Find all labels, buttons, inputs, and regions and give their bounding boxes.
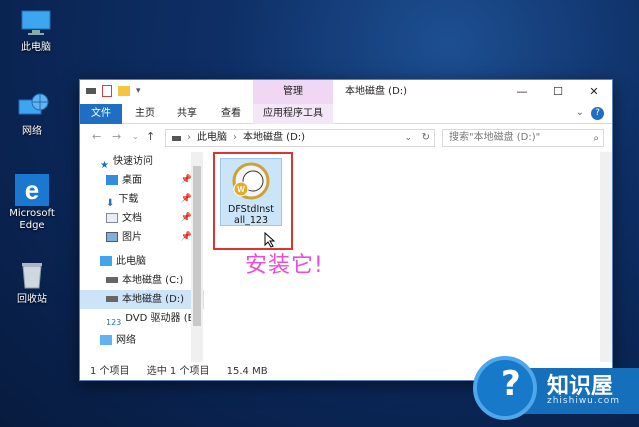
desktop-icon-label: 回收站 bbox=[17, 294, 47, 305]
sidebar-item-drive-c[interactable]: 本地磁盘 (C:) bbox=[80, 271, 204, 290]
refresh-icon[interactable]: ↻ bbox=[422, 130, 430, 146]
breadcrumb-separator-icon: › bbox=[233, 132, 237, 143]
this-pc-icon bbox=[19, 8, 53, 38]
sidebar-item-desktop[interactable]: 桌面 📌 bbox=[80, 171, 204, 190]
drive-icon bbox=[106, 277, 118, 283]
desktop-icon-edge[interactable]: e Microsoft Edge bbox=[0, 174, 64, 232]
sidebar-item-label: 本地磁盘 (C:) bbox=[122, 275, 184, 286]
breadcrumb-root[interactable]: 此电脑 bbox=[197, 130, 227, 146]
watermark-url: zhishiwu.com bbox=[547, 396, 620, 406]
dvd-drive-icon: 123 bbox=[106, 318, 122, 327]
network-icon bbox=[15, 92, 49, 122]
minimize-button[interactable]: — bbox=[504, 80, 540, 104]
sidebar-item-dvd-e[interactable]: 123 DVD 驱动器 (E:) bbox=[80, 309, 204, 328]
new-folder-icon[interactable] bbox=[118, 86, 130, 96]
sidebar-item-label: DVD 驱动器 (E:) bbox=[125, 313, 202, 324]
chevron-down-icon[interactable]: ⌄ bbox=[576, 107, 584, 118]
ribbon-tabs: 文件 主页 共享 查看 应用程序工具 ⌄ ? bbox=[80, 104, 612, 124]
sidebar-item-this-pc[interactable]: 此电脑 bbox=[80, 252, 204, 271]
help-icon[interactable]: ? bbox=[591, 107, 604, 120]
forward-arrow-icon[interactable]: → bbox=[112, 130, 121, 143]
title-bar: ▾ 管理 本地磁盘 (D:) — ☐ ✕ bbox=[80, 80, 612, 104]
installer-app-icon: W bbox=[232, 162, 270, 200]
network-icon bbox=[100, 335, 112, 345]
file-item-dfstdinstall[interactable]: W DFStdInst all_123 bbox=[220, 158, 282, 226]
search-placeholder: 搜索"本地磁盘 (D:)" bbox=[449, 132, 541, 143]
svg-text:e: e bbox=[25, 175, 39, 205]
window-title: 本地磁盘 (D:) bbox=[345, 86, 408, 97]
desktop: { "desktop": { "icons": [ {"label": "此电脑… bbox=[0, 0, 639, 427]
address-bar[interactable]: › 此电脑 › 本地磁盘 (D:) ⌄ ↻ bbox=[165, 129, 435, 147]
selected-size: 15.4 MB bbox=[226, 366, 268, 377]
navigation-bar: ← → ⌄ ↑ › 此电脑 › 本地磁盘 (D:) ⌄ ↻ 搜索"本地磁盘 (D… bbox=[80, 126, 612, 150]
desktop-icon-label: Microsoft Edge bbox=[9, 208, 55, 231]
breadcrumb-current[interactable]: 本地磁盘 (D:) bbox=[243, 130, 305, 146]
question-mark-icon: ? bbox=[501, 364, 521, 404]
drive-icon bbox=[106, 296, 118, 302]
search-icon[interactable]: ⌕ bbox=[593, 131, 599, 147]
download-icon: ⬇ bbox=[106, 198, 115, 209]
watermark-logo: ? bbox=[473, 356, 537, 420]
drive-icon bbox=[172, 135, 181, 141]
pictures-icon bbox=[106, 232, 118, 242]
breadcrumb-separator-icon: › bbox=[187, 132, 191, 143]
sidebar-item-pictures[interactable]: 图片 📌 bbox=[80, 228, 204, 247]
desktop-icon-recycle-bin[interactable]: 回收站 bbox=[0, 260, 64, 306]
address-dropdown-icon[interactable]: ⌄ bbox=[404, 130, 412, 146]
recent-chevron-icon[interactable]: ⌄ bbox=[132, 132, 139, 141]
sidebar-item-label: 本地磁盘 (D:) bbox=[122, 294, 185, 305]
explorer-window: ▾ 管理 本地磁盘 (D:) — ☐ ✕ 文件 主页 共享 查看 应用程序工具 … bbox=[79, 79, 613, 381]
manage-context-tab[interactable]: 管理 bbox=[253, 80, 333, 104]
content-scrollbar[interactable] bbox=[600, 152, 612, 362]
desktop-icon-label: 此电脑 bbox=[21, 42, 51, 53]
sidebar-item-downloads[interactable]: ⬇ 下载 📌 bbox=[80, 190, 204, 209]
sidebar-item-label: 此电脑 bbox=[116, 256, 146, 267]
edge-icon: e bbox=[15, 174, 49, 206]
sidebar-item-label: 快速访问 bbox=[112, 156, 153, 167]
star-icon: ★ bbox=[100, 160, 109, 171]
sidebar-item-network[interactable]: 网络 bbox=[80, 331, 204, 350]
back-arrow-icon[interactable]: ← bbox=[92, 130, 101, 143]
sidebar-item-documents[interactable]: 文档 📌 bbox=[80, 209, 204, 228]
install-annotation: 安装它! bbox=[245, 253, 324, 278]
search-box[interactable]: 搜索"本地磁盘 (D:)" ⌕ bbox=[442, 129, 604, 147]
scrollbar-thumb[interactable] bbox=[193, 166, 201, 326]
file-name-line-2: all_123 bbox=[234, 215, 268, 226]
up-arrow-icon[interactable]: ↑ bbox=[146, 130, 155, 143]
sidebar-item-label: 图片 bbox=[122, 232, 142, 243]
tab-application-tools[interactable]: 应用程序工具 bbox=[253, 104, 333, 124]
customize-arrow-icon[interactable]: ▾ bbox=[136, 86, 141, 96]
item-count: 1 个项目 bbox=[90, 366, 130, 377]
sidebar-item-label: 网络 bbox=[116, 335, 136, 346]
drive-icon bbox=[86, 88, 96, 94]
sidebar-item-quick-access[interactable]: ★ 快速访问 bbox=[80, 152, 204, 171]
tab-view[interactable]: 查看 bbox=[216, 104, 246, 124]
tab-file[interactable]: 文件 bbox=[80, 104, 122, 124]
file-name-line-1: DFStdInst bbox=[228, 204, 274, 215]
recycle-bin-icon bbox=[15, 260, 49, 290]
tab-home[interactable]: 主页 bbox=[130, 104, 160, 124]
desktop-folder-icon bbox=[106, 175, 118, 185]
sidebar-scrollbar[interactable] bbox=[191, 152, 203, 362]
site-watermark: ? 知识屋 zhishiwu.com bbox=[463, 350, 639, 427]
sidebar-item-drive-d[interactable]: 本地磁盘 (D:) bbox=[80, 290, 204, 309]
sidebar-item-label: 桌面 bbox=[122, 175, 142, 186]
maximize-button[interactable]: ☐ bbox=[540, 80, 576, 104]
navigation-pane: ★ 快速访问 桌面 📌 ⬇ 下载 📌 文档 📌 图片 📌 此电脑 本地磁盘 (C:)… bbox=[80, 152, 204, 362]
desktop-icon-label: 网络 bbox=[22, 126, 42, 137]
desktop-icon-network[interactable]: 网络 bbox=[0, 92, 64, 138]
document-icon bbox=[106, 213, 118, 223]
properties-icon[interactable] bbox=[102, 85, 112, 97]
this-pc-icon bbox=[100, 256, 112, 266]
sidebar-item-label: 文档 bbox=[122, 213, 142, 224]
desktop-icon-this-pc[interactable]: 此电脑 bbox=[4, 8, 68, 54]
close-button[interactable]: ✕ bbox=[576, 80, 612, 104]
selected-count: 选中 1 个项目 bbox=[146, 366, 210, 377]
quick-access-toolbar: ▾ bbox=[86, 85, 141, 97]
tab-share[interactable]: 共享 bbox=[172, 104, 202, 124]
sidebar-item-label: 下载 bbox=[118, 194, 139, 205]
svg-text:W: W bbox=[237, 185, 245, 194]
